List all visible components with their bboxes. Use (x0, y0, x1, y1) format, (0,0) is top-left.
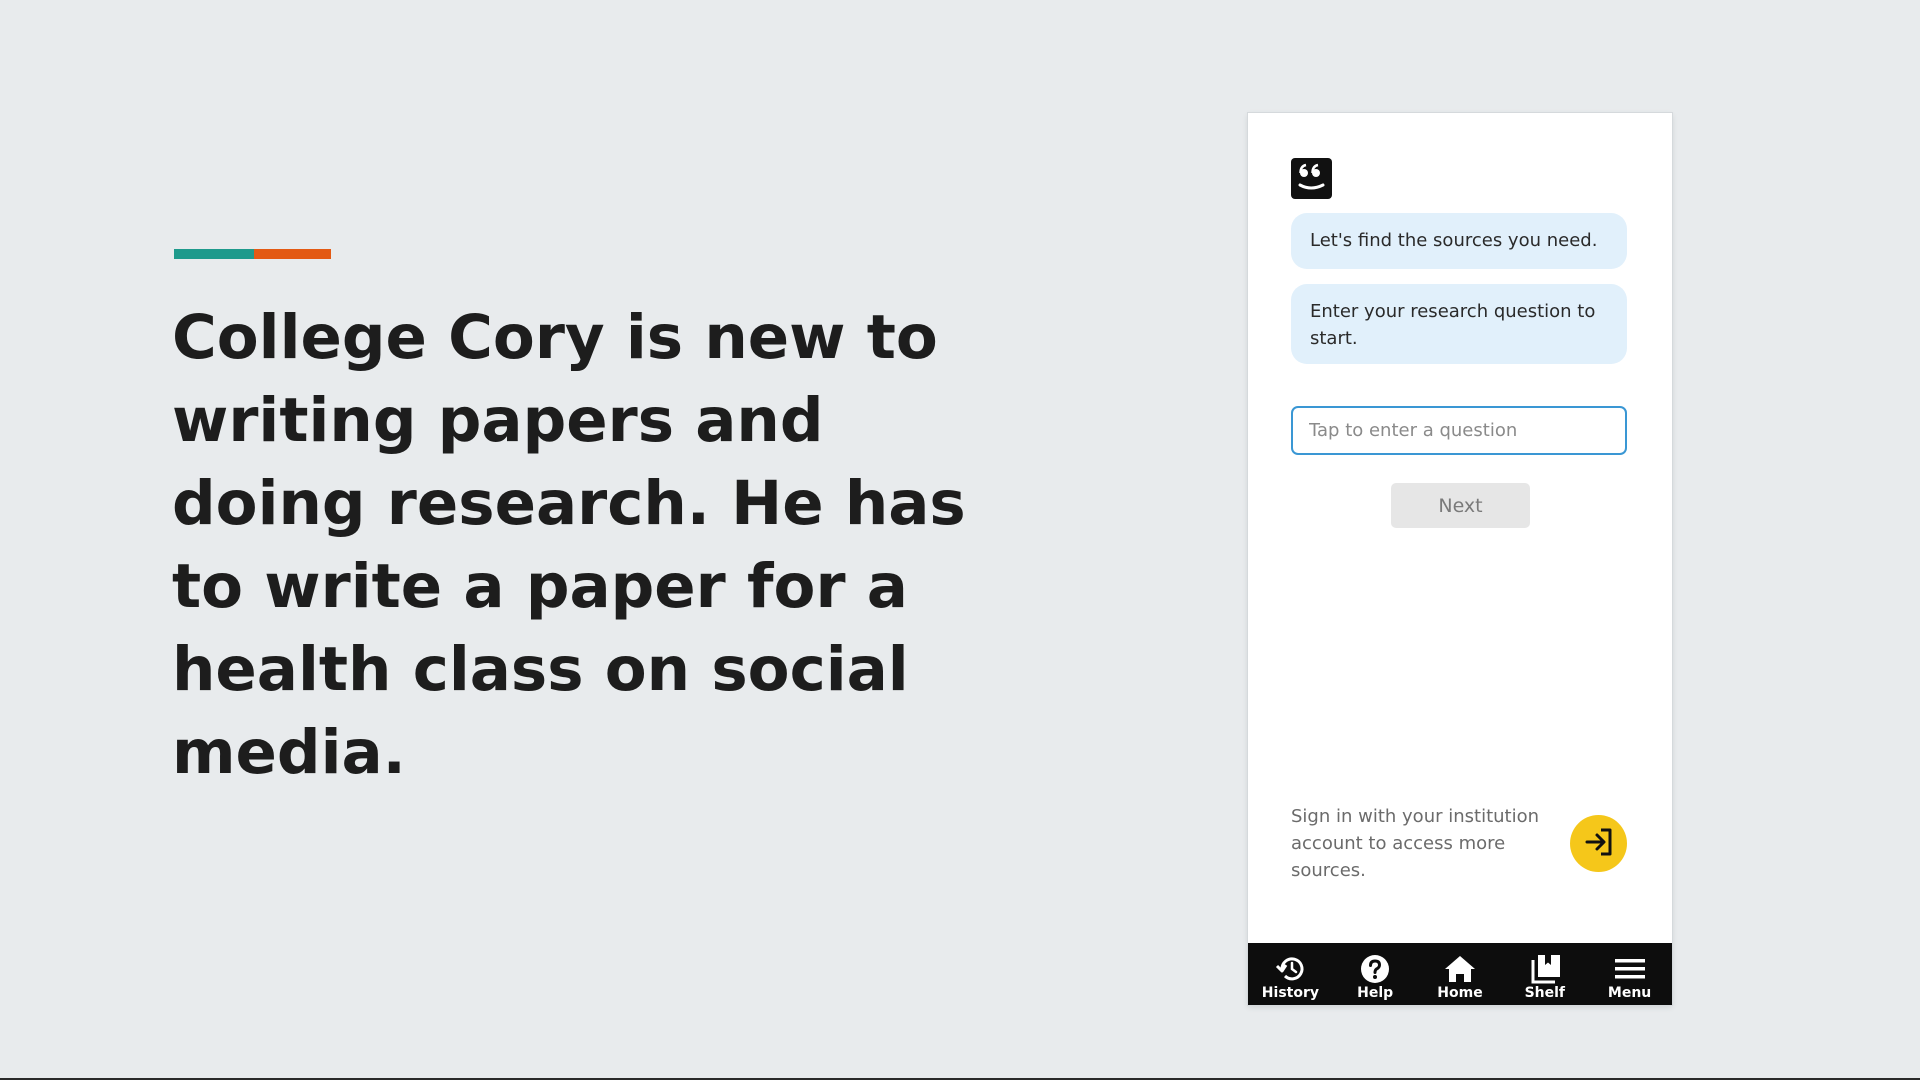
nav-item-shelf[interactable]: Shelf (1502, 943, 1587, 1005)
next-button[interactable]: Next (1391, 483, 1530, 528)
quote-face-icon (1291, 158, 1332, 199)
chat-message-bubble: Let's find the sources you need. (1291, 213, 1627, 269)
question-input[interactable] (1291, 406, 1627, 455)
signin-prompt-text: Sign in with your institution account to… (1291, 806, 1540, 881)
accent-bar-orange (254, 249, 331, 259)
history-icon (1273, 954, 1307, 985)
accent-bar-teal (174, 249, 254, 259)
bottom-nav: History Help Home Shelf Menu (1248, 943, 1672, 1005)
nav-label-home: Home (1437, 985, 1483, 1001)
shelf-icon (1528, 954, 1562, 985)
phone-mockup: Let's find the sources you need. Enter y… (1248, 113, 1672, 1005)
nav-item-home[interactable]: Home (1418, 943, 1503, 1005)
home-icon (1443, 954, 1477, 985)
help-icon (1358, 954, 1392, 985)
nav-label-menu: Menu (1607, 985, 1652, 1001)
nav-item-help[interactable]: Help (1333, 943, 1418, 1005)
nav-label-help: Help (1357, 985, 1394, 1001)
chat-message-bubble: Enter your research question to start. (1291, 284, 1627, 364)
nav-label-history: History (1261, 985, 1319, 1001)
menu-icon (1613, 954, 1647, 985)
nav-label-shelf: Shelf (1524, 985, 1565, 1001)
sign-in-button[interactable] (1570, 815, 1627, 872)
nav-item-menu[interactable]: Menu (1587, 943, 1672, 1005)
nav-item-history[interactable]: History (1248, 943, 1333, 1005)
accent-bar (174, 249, 331, 259)
slide-headline: College Cory is new to writing papers an… (172, 302, 966, 788)
sign-in-icon (1581, 824, 1617, 863)
